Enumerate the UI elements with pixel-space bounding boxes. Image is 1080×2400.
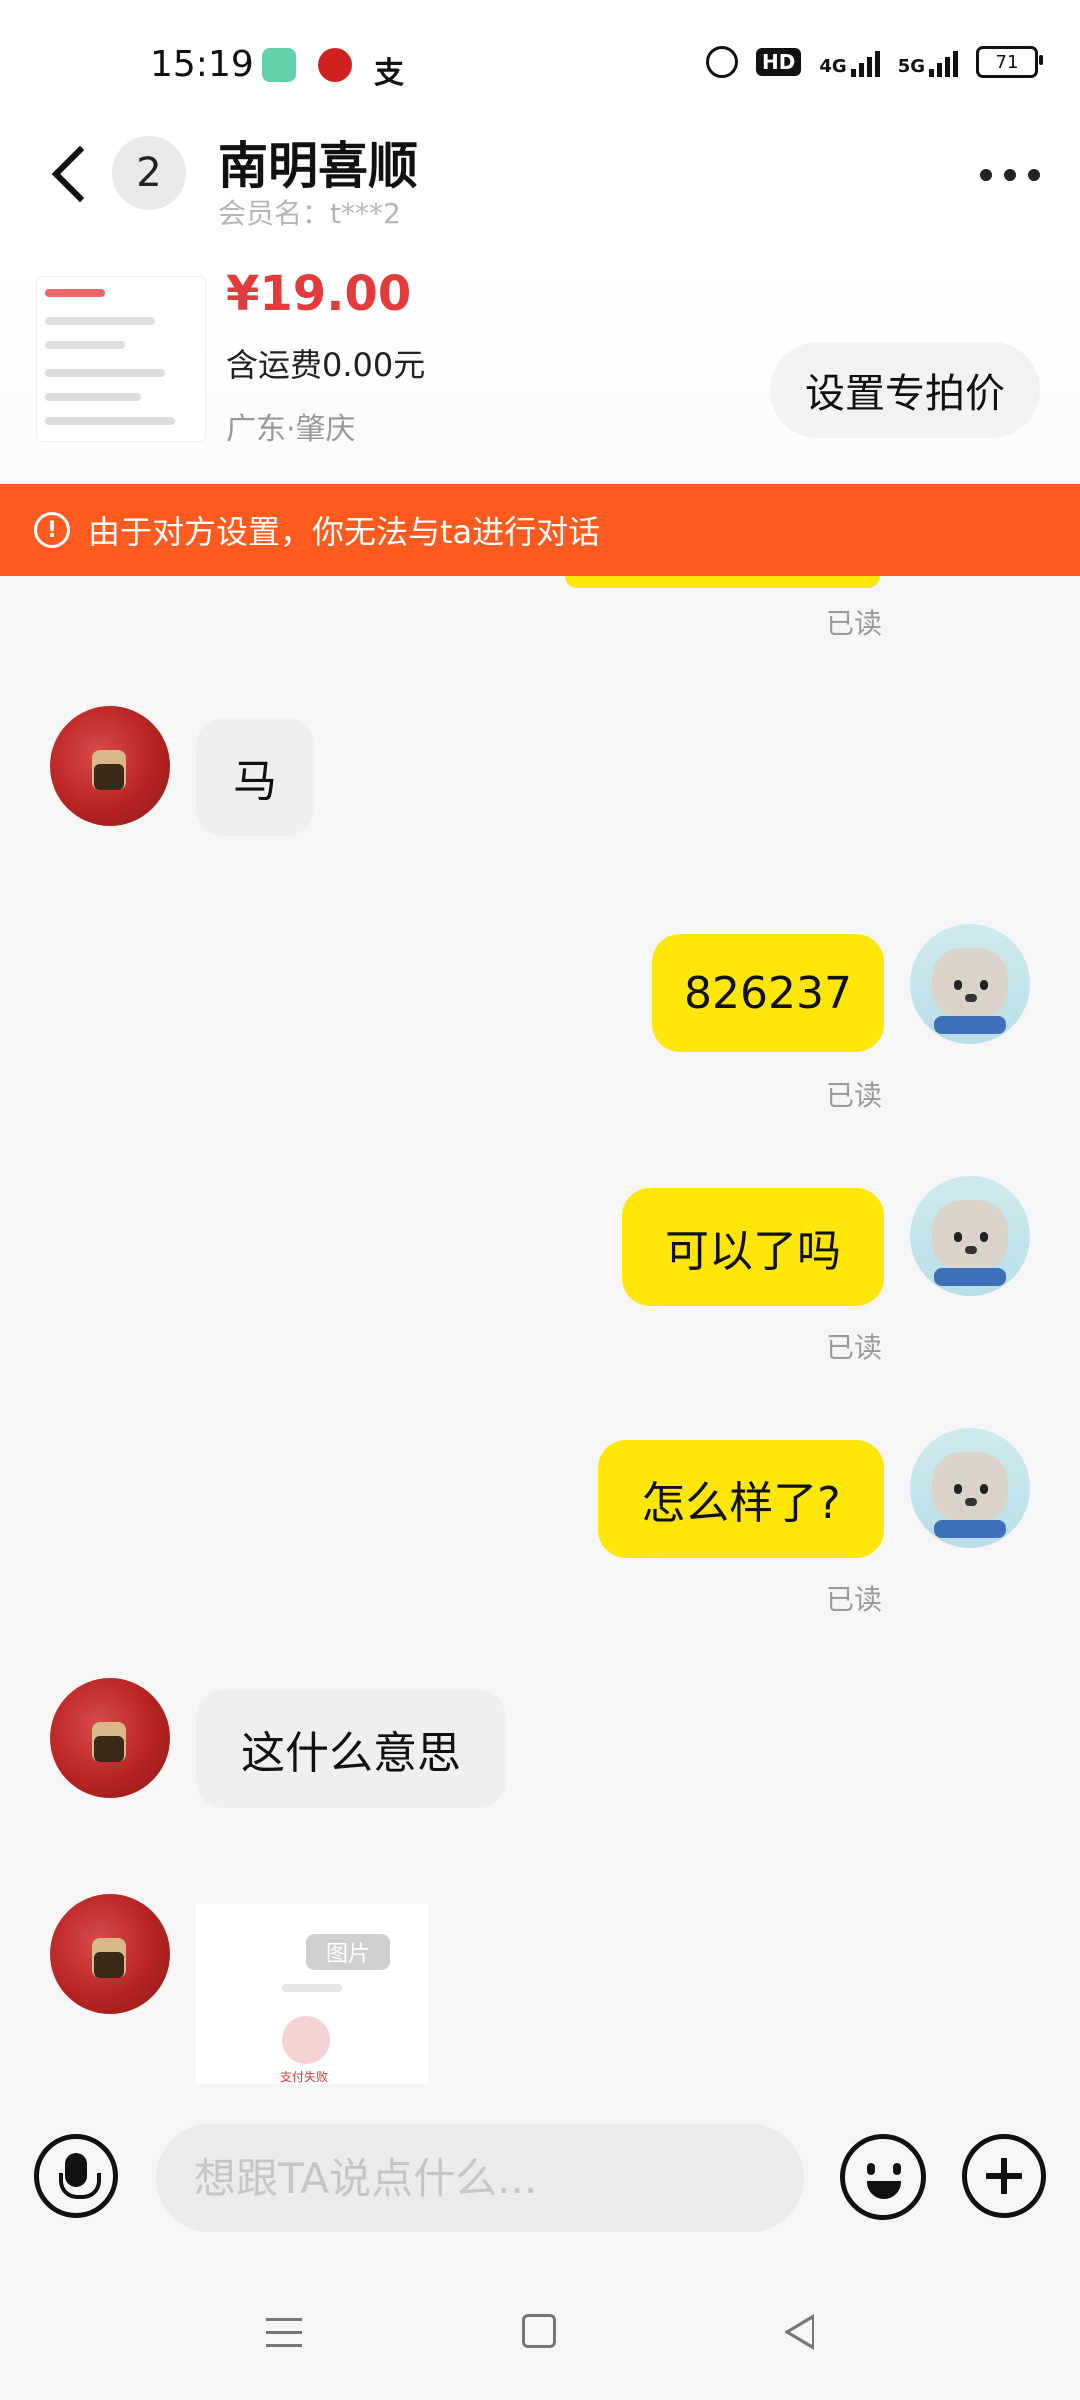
nav-home-icon[interactable] — [522, 2314, 556, 2348]
other-avatar[interactable] — [50, 706, 170, 826]
image-message[interactable]: 图片 支付失败 — [196, 1904, 428, 2084]
self-avatar[interactable] — [910, 924, 1030, 1044]
banner-text: 由于对方设置，你无法与ta进行对话 — [88, 513, 601, 551]
product-price: ¥19.00 — [226, 266, 412, 322]
restriction-banner: ! 由于对方设置，你无法与ta进行对话 — [0, 484, 1080, 576]
nav-back-icon[interactable] — [784, 2314, 814, 2350]
5g-label: 5G — [897, 56, 925, 77]
message-input[interactable] — [156, 2124, 804, 2232]
message-bubble-other[interactable]: 马 — [196, 718, 314, 836]
back-arrow-icon[interactable] — [48, 140, 98, 210]
4g-signal-icon: 4G — [819, 47, 880, 77]
set-special-price-button[interactable]: 设置专拍价 — [770, 342, 1040, 438]
shipping-region: 广东·肇庆 — [226, 412, 356, 447]
battery-icon: 71 — [976, 46, 1043, 78]
hd-icon: HD — [756, 48, 802, 76]
message-bubble-self[interactable]: 怎么样了? — [598, 1440, 884, 1558]
status-right-icons: HD 4G 5G 71 — [706, 46, 1043, 78]
plus-icon[interactable] — [962, 2134, 1046, 2218]
message-bubble-other[interactable]: 这什么意思 — [196, 1690, 506, 1808]
read-status: 已读 — [826, 1079, 883, 1112]
message-bubble-self[interactable]: 826237 — [652, 934, 884, 1052]
image-caption: 支付失败 — [280, 2070, 329, 2084]
shipping-fee: 含运费0.00元 — [226, 346, 426, 384]
image-badge: 图片 — [306, 1934, 390, 1970]
product-thumbnail[interactable] — [36, 276, 206, 442]
5g-signal-icon: 5G — [898, 47, 958, 77]
read-status: 已读 — [826, 1583, 883, 1616]
shop-name: 南明喜顺 — [218, 137, 418, 195]
bank-app-icon — [318, 48, 352, 82]
read-status: 已读 — [826, 607, 883, 640]
status-time: 15:19 — [150, 44, 254, 85]
self-avatar[interactable] — [910, 1176, 1030, 1296]
message-bubble-self[interactable]: 可以了吗 — [622, 1188, 884, 1306]
emoji-icon[interactable] — [840, 2134, 926, 2220]
self-avatar[interactable] — [910, 1428, 1030, 1548]
other-avatar[interactable] — [50, 1894, 170, 2014]
member-name: 会员名：t***2 — [218, 197, 401, 230]
warning-icon: ! — [34, 512, 70, 548]
read-status: 已读 — [826, 1331, 883, 1364]
nav-menu-icon[interactable] — [266, 2318, 302, 2348]
unread-count-badge[interactable]: 2 — [112, 136, 186, 210]
alipay-icon: 支 — [374, 56, 404, 91]
microphone-icon[interactable] — [34, 2134, 118, 2218]
message-bubble-self-partial[interactable] — [565, 576, 880, 588]
alarm-icon — [706, 46, 739, 78]
4g-label: 4G — [819, 56, 847, 77]
more-options-icon[interactable] — [960, 160, 1040, 190]
other-avatar[interactable] — [50, 1678, 170, 1798]
wechat-like-app-icon — [262, 48, 296, 82]
